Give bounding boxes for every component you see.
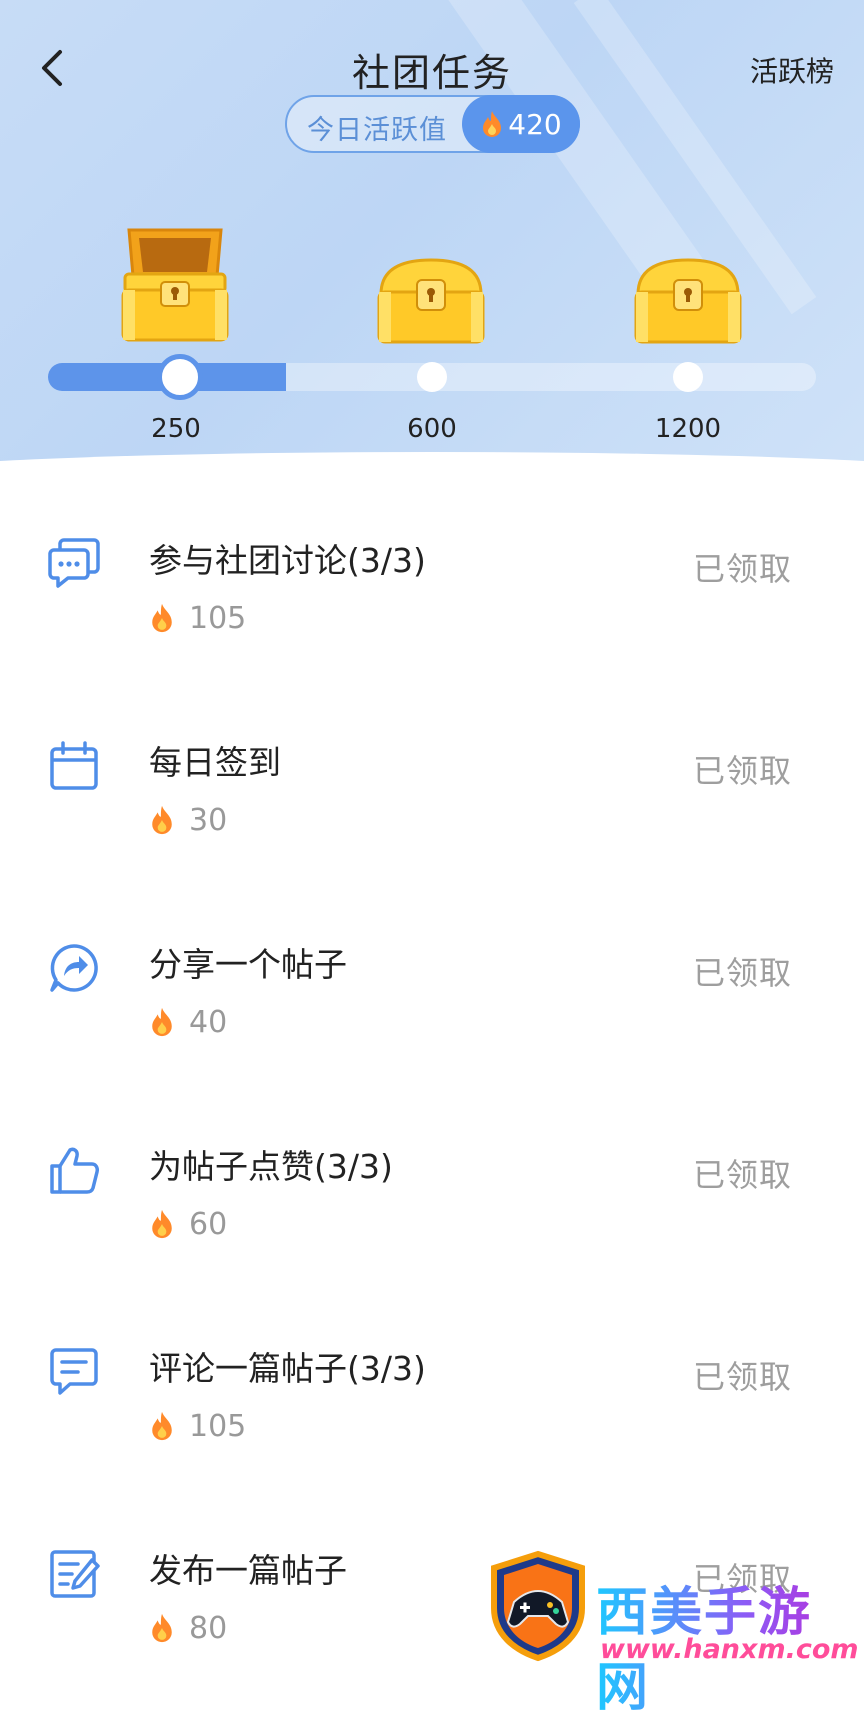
task-status-button[interactable]: 已领取 bbox=[693, 746, 792, 792]
comment-icon bbox=[50, 1348, 98, 1395]
flame-icon bbox=[152, 1613, 172, 1643]
page-title: 社团任务 bbox=[351, 51, 512, 95]
milestone-label: 600 bbox=[407, 414, 457, 444]
task-status-button[interactable]: 已领取 bbox=[693, 1352, 792, 1398]
task-title: 为帖子点赞(3/3) bbox=[149, 1147, 393, 1186]
task-status-button[interactable]: 已领取 bbox=[693, 948, 792, 994]
reward-chest-opened[interactable] bbox=[117, 224, 233, 348]
task-status-button[interactable]: 已领取 bbox=[693, 1150, 792, 1196]
closed-chest-icon bbox=[634, 258, 742, 344]
edit-post-icon bbox=[50, 1550, 100, 1598]
task-reward: 105 bbox=[149, 598, 246, 638]
milestone-node bbox=[673, 362, 703, 392]
thumbs-up-icon bbox=[50, 1147, 99, 1194]
calendar-icon bbox=[50, 741, 98, 790]
milestone-label: 1200 bbox=[654, 414, 722, 444]
flame-icon bbox=[483, 111, 502, 137]
task-item: 分享一个帖子 40 已领取 bbox=[0, 924, 864, 1126]
flame-icon bbox=[152, 1411, 172, 1441]
closed-chest-icon bbox=[377, 258, 485, 344]
activity-value-badge: 420 bbox=[462, 95, 580, 153]
task-status-button[interactable]: 已领取 bbox=[693, 544, 792, 590]
task-item: 每日签到 30 已领取 bbox=[0, 722, 864, 924]
task-points: 30 bbox=[189, 802, 228, 838]
flame-icon bbox=[152, 1209, 172, 1239]
milestone-label: 250 bbox=[151, 414, 201, 444]
task-item: 参与社团讨论(3/3) 105 已领取 bbox=[0, 520, 864, 722]
task-title: 每日签到 bbox=[149, 743, 281, 782]
task-title: 评论一篇帖子(3/3) bbox=[149, 1349, 426, 1388]
activity-label: 今日活跃值 bbox=[307, 115, 447, 146]
discussion-icon bbox=[48, 538, 100, 588]
task-title: 参与社团讨论(3/3) bbox=[149, 541, 426, 580]
task-reward: 30 bbox=[149, 800, 227, 840]
task-points: 60 bbox=[189, 1206, 228, 1242]
reward-chest-locked-1200[interactable] bbox=[630, 254, 746, 350]
task-points: 105 bbox=[189, 600, 247, 636]
task-points: 40 bbox=[189, 1004, 228, 1040]
flame-icon bbox=[152, 1007, 172, 1037]
activity-value-pill: 今日活跃值 420 bbox=[285, 95, 580, 153]
task-points: 105 bbox=[189, 1408, 247, 1444]
watermark-url: www.hanxm.com bbox=[600, 1634, 859, 1665]
task-reward: 60 bbox=[149, 1204, 227, 1244]
share-icon bbox=[50, 944, 98, 992]
task-item: 评论一篇帖子(3/3) 105 已领取 bbox=[0, 1328, 864, 1530]
task-item: 为帖子点赞(3/3) 60 已领取 bbox=[0, 1126, 864, 1328]
reward-chest-locked-600[interactable] bbox=[373, 254, 489, 350]
site-watermark: 西美手游网 www.hanxm.com bbox=[482, 1550, 864, 1718]
task-reward: 40 bbox=[149, 1002, 227, 1042]
milestone-node bbox=[417, 362, 447, 392]
flame-icon bbox=[152, 805, 172, 835]
flame-icon bbox=[152, 603, 172, 633]
task-reward: 105 bbox=[149, 1406, 246, 1446]
task-title: 分享一个帖子 bbox=[149, 945, 347, 984]
milestone-node-reached bbox=[157, 354, 203, 400]
task-title: 发布一篇帖子 bbox=[149, 1551, 347, 1590]
activity-value: 420 bbox=[508, 107, 562, 141]
open-chest-icon bbox=[121, 228, 229, 342]
activity-ranking-link[interactable]: 活跃榜 bbox=[750, 50, 834, 90]
shield-gamepad-icon bbox=[491, 1550, 585, 1662]
task-reward: 80 bbox=[149, 1608, 227, 1648]
header-wave bbox=[0, 452, 864, 480]
task-points: 80 bbox=[189, 1610, 228, 1646]
